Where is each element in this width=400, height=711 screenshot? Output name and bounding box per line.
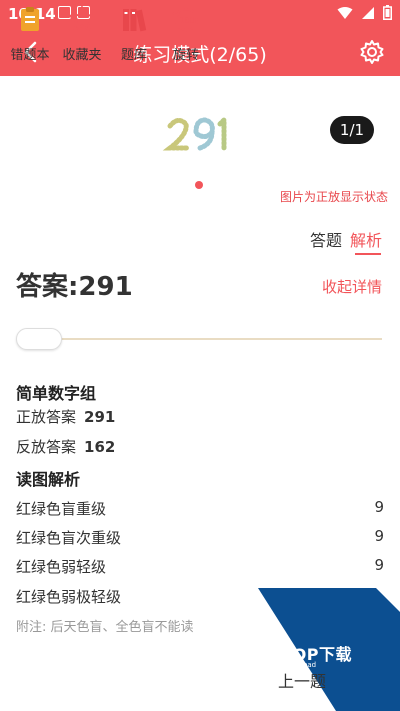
analysis-title: 读图解析 <box>16 470 81 489</box>
toolbar-question-bank-button[interactable]: 题库 <box>104 4 164 63</box>
answer-title: 答案:291 <box>16 272 133 302</box>
analysis-row: 红绿色盲重级 9 <box>16 498 384 519</box>
rotate-icon-text: 180 <box>179 16 194 25</box>
toolbar-label: 题库 <box>120 48 147 63</box>
group-title: 简单数字组 <box>16 384 97 403</box>
toolbar-label: 旋转 <box>172 48 199 63</box>
analysis-row: 红绿色盲次重级 9 <box>16 527 384 548</box>
image-orientation-note: 图片为正放显示状态 <box>279 190 388 204</box>
rotate-180-icon: 180 <box>172 8 198 32</box>
reverse-answer: 反放答案 162 <box>16 436 115 457</box>
signal-icon <box>362 6 374 19</box>
toolbar-label: 错题本 <box>10 48 50 63</box>
books-icon <box>123 9 147 32</box>
active-tab-indicator <box>355 253 381 255</box>
reverse-label: 反放答案 <box>16 438 77 456</box>
slider-track[interactable] <box>18 338 382 340</box>
wifi-icon <box>337 6 353 19</box>
row-value: 9 <box>374 498 384 516</box>
gear-icon <box>360 40 384 64</box>
previous-question-button[interactable]: 上一题 <box>278 668 326 692</box>
row-label: 红绿色弱极轻级 <box>16 588 122 606</box>
upright-answer: 正放答案 291 <box>16 406 115 427</box>
slider-thumb[interactable] <box>16 328 62 350</box>
toolbar-rotate-button[interactable]: 180 旋转 <box>156 4 216 63</box>
image-pager-badge: 1/1 <box>330 116 374 144</box>
star-icon <box>69 6 95 31</box>
color-plate-image <box>162 113 227 153</box>
status-right-icons <box>337 5 392 20</box>
toolbar-favorites-button[interactable]: 收藏夹 <box>52 4 112 63</box>
toolbar-wrongbook-button[interactable]: 错题本 <box>0 4 60 63</box>
settings-button[interactable] <box>358 38 386 66</box>
battery-icon <box>383 5 392 20</box>
page-indicator-dot <box>195 181 203 189</box>
collapse-details-link[interactable]: 收起详情 <box>322 276 382 297</box>
clipboard-icon <box>21 7 39 31</box>
toolbar-label: 收藏夹 <box>62 48 102 63</box>
analysis-row: 红绿色弱轻级 9 <box>16 556 384 577</box>
tab-answer[interactable]: 答题 <box>310 227 342 251</box>
upright-label: 正放答案 <box>16 408 77 426</box>
row-value: 9 <box>374 527 384 545</box>
tab-analysis[interactable]: 解析 <box>350 227 382 251</box>
footnote: 附注: 后天色盲、全色盲不能读 <box>16 620 194 635</box>
row-label: 红绿色弱轻级 <box>16 558 107 576</box>
row-value: 9 <box>374 556 384 574</box>
upright-value: 291 <box>84 408 116 426</box>
row-label: 红绿色盲重级 <box>16 500 107 518</box>
row-label: 红绿色盲次重级 <box>16 529 122 547</box>
reverse-value: 162 <box>84 438 116 456</box>
